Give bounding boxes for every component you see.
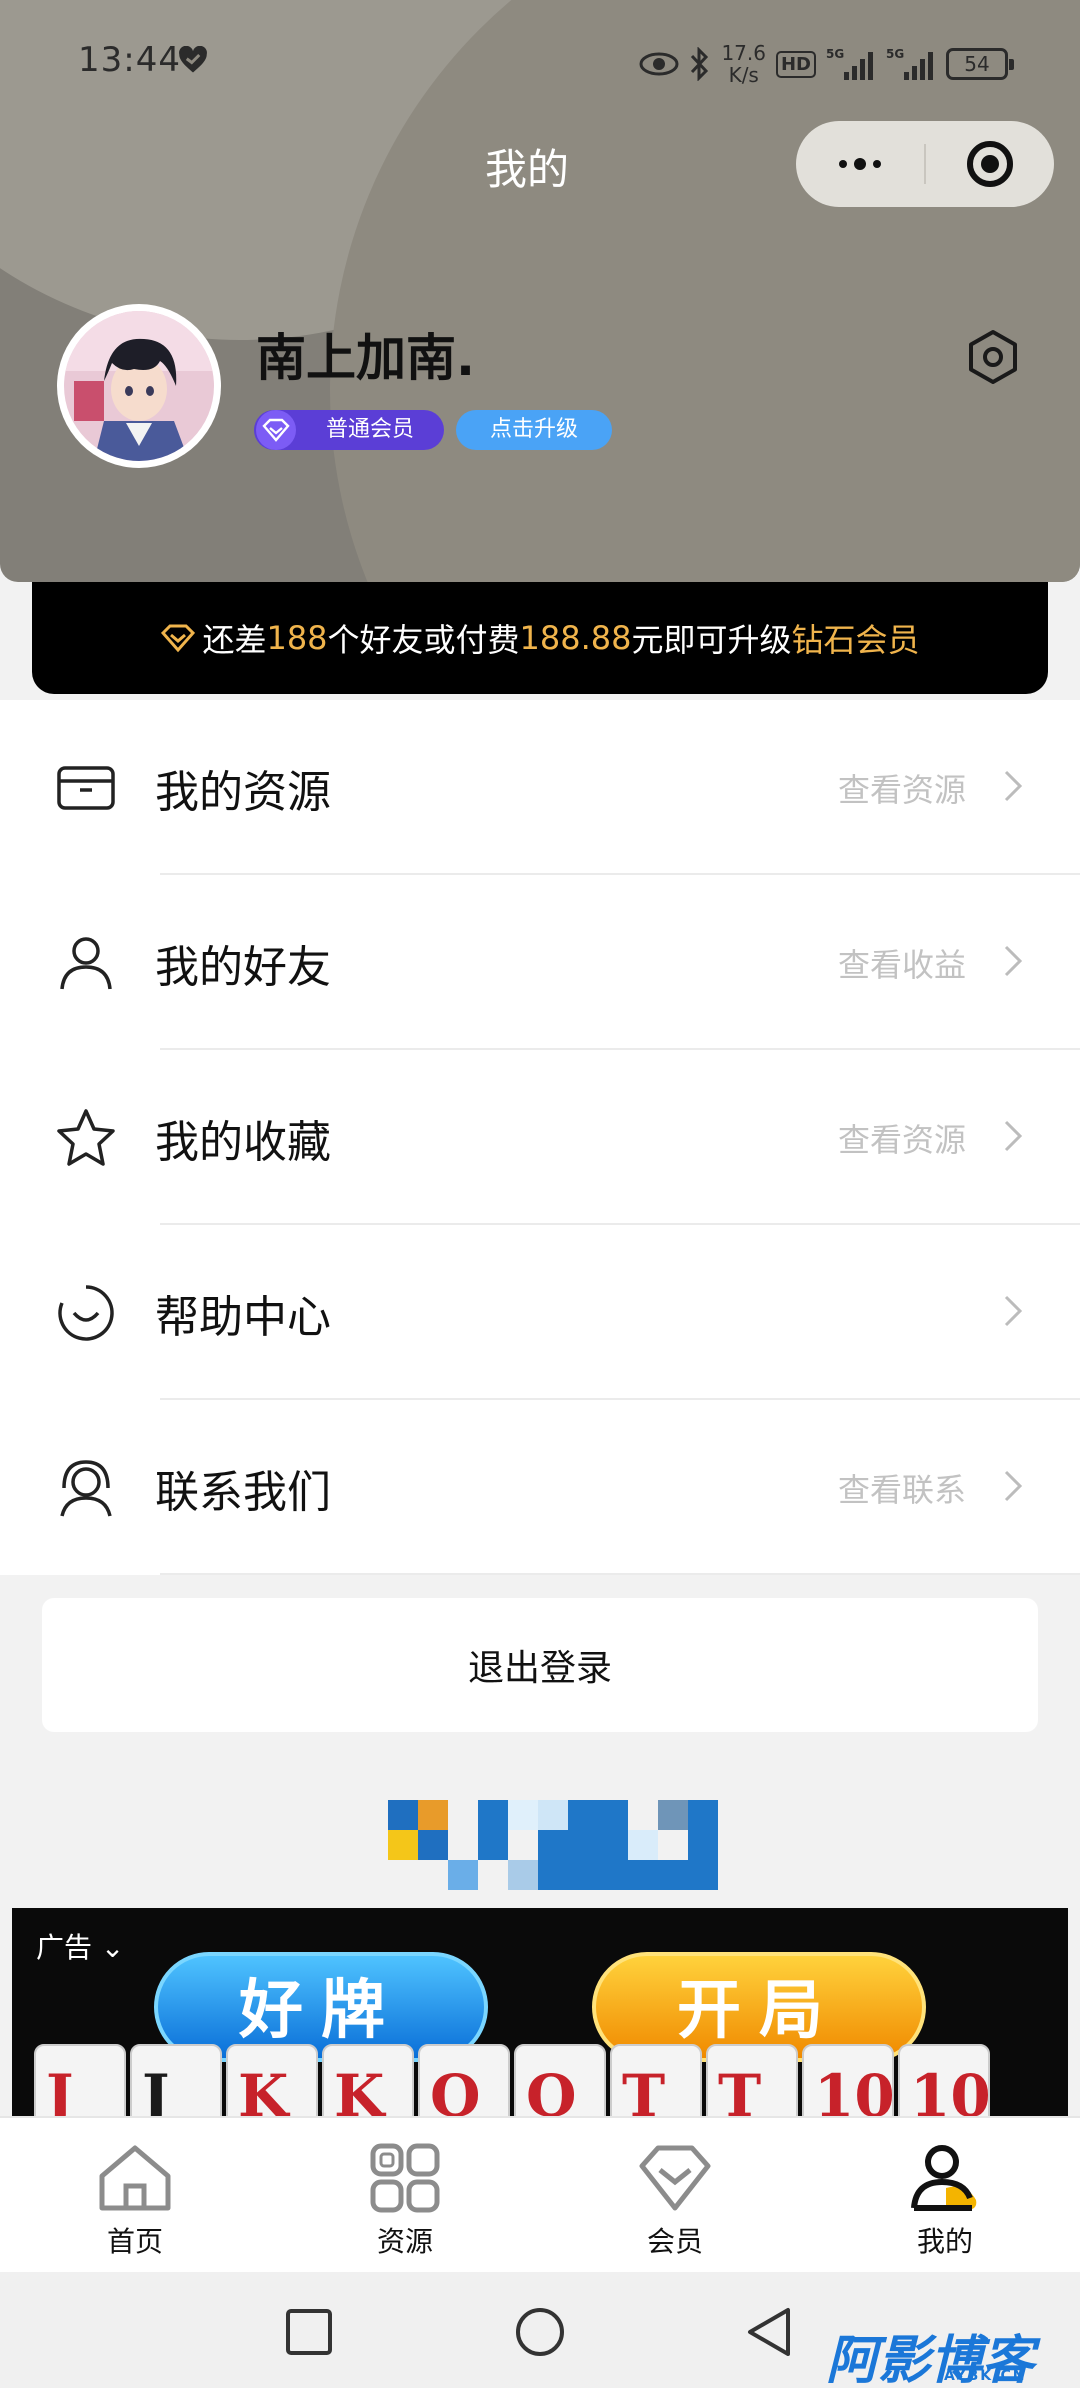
- chevron-right-icon: [1004, 770, 1023, 802]
- menu-item-link[interactable]: 查看收益: [838, 940, 966, 986]
- menu-item-resources[interactable]: 我的资源 查看资源: [0, 700, 1080, 875]
- chevron-right-icon: [1004, 945, 1023, 977]
- settings-icon[interactable]: [964, 328, 1022, 386]
- status-indicators: 17.6 K/s HD 5G 5G 54: [639, 34, 1014, 94]
- tab-membership[interactable]: 会员: [540, 2118, 810, 2272]
- home-circle-icon[interactable]: [514, 2306, 566, 2358]
- menu-item-link[interactable]: 查看联系: [838, 1465, 966, 1511]
- profile-menu: 我的资源 查看资源 我的好友 查看收益 我的收藏 查看资源 帮助中心 联系我们 …: [0, 700, 1080, 1575]
- tab-resources[interactable]: 资源: [270, 2118, 540, 2272]
- target-icon: [967, 141, 1013, 187]
- tab-label: 我的: [916, 2225, 973, 2258]
- bluetooth-icon: [691, 47, 709, 81]
- menu-item-label: 联系我们: [155, 1466, 331, 1518]
- playing-card: T: [610, 2044, 702, 2116]
- logout-button[interactable]: 退出登录: [42, 1598, 1038, 1732]
- menu-item-contact[interactable]: 联系我们 查看联系: [0, 1400, 1080, 1575]
- playing-card: Q: [514, 2044, 606, 2116]
- menu-item-label: 帮助中心: [155, 1291, 331, 1343]
- ad-label[interactable]: 广告 ⌄: [36, 1926, 124, 1966]
- star-icon: [57, 1109, 115, 1166]
- banner-amount: 188.88: [519, 619, 632, 657]
- playing-card: 10: [898, 2044, 991, 2116]
- avatar-image: [64, 311, 214, 461]
- bottom-tab-bar: 首页 资源 会员 我的: [0, 2116, 1080, 2272]
- tab-label: 资源: [376, 2225, 433, 2258]
- headset-icon: [60, 1460, 112, 1517]
- svg-text:5G: 5G: [886, 47, 904, 61]
- home-icon: [99, 2145, 171, 2211]
- banner-text: 个好友或付费: [327, 621, 520, 659]
- signal-5g-icon: 5G: [886, 47, 933, 80]
- ad-brand-logo: [388, 1800, 718, 1890]
- status-bar: 13:44 17.6 K/s HD 5G 5G 54: [0, 0, 1080, 130]
- playing-card: J: [130, 2044, 222, 2116]
- diamond-icon: [639, 2145, 711, 2211]
- profile-icon: [911, 2145, 977, 2211]
- tab-label: 会员: [646, 2225, 703, 2258]
- more-button[interactable]: [796, 121, 924, 207]
- profile-header: 13:44 17.6 K/s HD 5G 5G 54 我的 南上加南. 普通会员…: [0, 0, 1080, 582]
- chevron-right-icon: [1004, 1120, 1023, 1152]
- avatar[interactable]: [57, 304, 221, 468]
- upgrade-button[interactable]: 点击升级: [456, 410, 612, 450]
- tab-home[interactable]: 首页: [0, 2118, 270, 2272]
- playing-card: K: [226, 2044, 318, 2116]
- close-miniprogram-button[interactable]: [926, 121, 1054, 207]
- heart-icon: [179, 46, 207, 73]
- battery-icon: 54: [946, 48, 1014, 80]
- diamond-icon: [256, 410, 296, 450]
- user-icon: [60, 937, 112, 990]
- playing-card: 10: [802, 2044, 895, 2116]
- grid-icon: [370, 2143, 440, 2213]
- watermark: 阿影博客 AYBK.CN: [826, 2331, 1035, 2388]
- smile-icon: [58, 1285, 114, 1341]
- banner-friends-count: 188: [266, 619, 328, 657]
- menu-item-label: 我的资源: [155, 766, 331, 818]
- username: 南上加南.: [256, 329, 475, 387]
- menu-item-help[interactable]: 帮助中心: [0, 1225, 1080, 1400]
- member-level-label: 普通会员: [326, 417, 415, 442]
- more-dots-icon: [839, 158, 881, 170]
- miniprogram-capsule: [796, 121, 1054, 207]
- recents-square-icon[interactable]: [283, 2306, 335, 2358]
- upgrade-progress-banner: 还差 188 个好友或付费 188.88 元即可升级 钻石会员: [32, 582, 1048, 694]
- svg-text:5G: 5G: [826, 47, 844, 61]
- chevron-right-icon: [1004, 1470, 1023, 1502]
- card-icon: [57, 766, 115, 810]
- eye-icon: [639, 52, 679, 76]
- menu-item-label: 我的好友: [155, 941, 331, 993]
- playing-card: J: [34, 2044, 126, 2116]
- banner-text: 还差: [202, 621, 267, 659]
- tab-mine[interactable]: 我的: [810, 2118, 1080, 2272]
- banner-target-level: 钻石会员: [791, 621, 920, 659]
- member-level-badge: 普通会员: [254, 410, 444, 450]
- menu-item-link[interactable]: 查看资源: [838, 765, 966, 811]
- playing-card: K: [322, 2044, 414, 2116]
- back-triangle-icon[interactable]: [744, 2306, 796, 2358]
- menu-item-link[interactable]: 查看资源: [838, 1115, 966, 1161]
- playing-card: Q: [418, 2044, 510, 2116]
- tab-label: 首页: [106, 2225, 163, 2258]
- chevron-down-icon: ⌄: [100, 1931, 125, 1964]
- menu-item-favorites[interactable]: 我的收藏 查看资源: [0, 1050, 1080, 1225]
- playing-card: T: [706, 2044, 798, 2116]
- chevron-right-icon: [1004, 1295, 1023, 1327]
- ad-banner[interactable]: 广告 ⌄ 好牌 开局 J J K K Q Q T T 10 10: [12, 1908, 1068, 2116]
- menu-item-friends[interactable]: 我的好友 查看收益: [0, 875, 1080, 1050]
- diamond-icon: [161, 624, 196, 653]
- menu-item-label: 我的收藏: [155, 1116, 331, 1168]
- hd-badge: HD: [775, 50, 816, 78]
- banner-text: 元即可升级: [631, 621, 792, 659]
- network-speed: 17.6 K/s: [721, 41, 766, 87]
- signal-5g-icon: 5G: [826, 47, 873, 80]
- divider: [160, 1573, 1080, 1575]
- playing-cards: J J K K Q Q T T 10 10: [34, 2044, 1034, 2116]
- status-time: 13:44: [78, 40, 181, 80]
